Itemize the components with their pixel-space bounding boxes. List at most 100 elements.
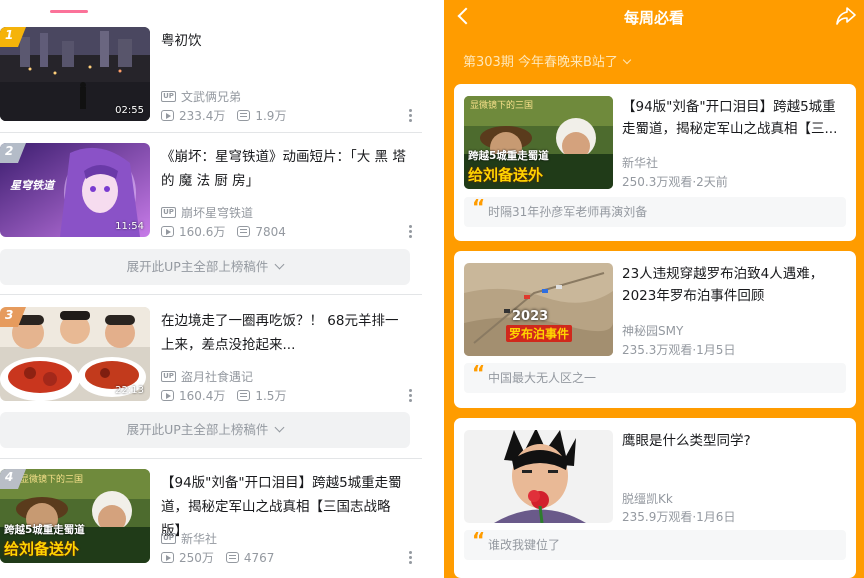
video-thumbnail[interactable]: 1 02:55: [0, 27, 150, 121]
reason-text: 时隔31年孙彦军老师再演刘备: [488, 205, 648, 219]
divider: [0, 132, 422, 133]
play-count-icon: [161, 226, 174, 237]
view-stats: 250.3万观看·2天前: [622, 175, 728, 189]
more-options-icon[interactable]: [407, 225, 413, 241]
divider: [0, 458, 422, 459]
more-options-icon[interactable]: [407, 551, 413, 567]
uploader-name[interactable]: 新华社: [622, 154, 658, 171]
video-title[interactable]: 鹰眼是什么类型同学?: [622, 430, 848, 452]
play-count-icon: [161, 390, 174, 401]
divider: [0, 294, 422, 295]
video-duration: 11:54: [115, 221, 144, 232]
video-card-2[interactable]: 2023 罗布泊事件 23人违规穿越罗布泊致4人遇难，2023年罗布泊事件回顾 …: [454, 251, 856, 408]
chevron-down-icon: [622, 55, 632, 65]
quote-icon: “: [472, 528, 486, 552]
rank-number: 2: [5, 144, 14, 158]
quote-icon: “: [472, 195, 486, 219]
video-title[interactable]: 在边境走了一圈再吃饭？！ 68元羊排一上来，差点没抢起来...: [161, 309, 409, 357]
video-card-3[interactable]: 鹰眼是什么类型同学? 脱缰凯Kk 235.9万观看·1月6日 “ 谁改我键位了: [454, 418, 856, 578]
thumbnail-main-text: 给刘备送外: [4, 540, 80, 558]
video-thumbnail[interactable]: 显微镜下的三国 跨越5城重走蜀道 给刘备送外: [464, 96, 613, 189]
video-thumbnail[interactable]: 2023 罗布泊事件: [464, 263, 613, 356]
rank-item-3[interactable]: 3 22:13 在边境走了一圈再吃饭？！ 68元羊排一上来，差点没抢起来... …: [0, 307, 422, 419]
video-thumbnail[interactable]: 3 22:13: [0, 307, 150, 401]
view-stats: 235.9万观看·1月6日: [622, 510, 736, 524]
uploader-name[interactable]: 脱缰凯Kk: [622, 490, 673, 507]
uploader-line[interactable]: UP 崩坏星穹铁道: [161, 204, 253, 221]
video-card-1[interactable]: 显微镜下的三国 跨越5城重走蜀道 给刘备送外 【94版"刘备"开口泪目】跨越5城…: [454, 84, 856, 241]
view-count: 250万: [179, 551, 214, 565]
thumbnail-logo-text: 星穹铁道: [10, 179, 54, 192]
rank-number: 4: [5, 470, 14, 484]
weekly-must-watch-panel: 每周必看 第303期 今年春晚来B站了 显微镜下的三国 跨越5城重走蜀道 给刘备…: [444, 0, 864, 578]
up-icon: UP: [161, 533, 176, 544]
view-count: 160.6万: [179, 225, 226, 239]
danmaku-icon: [225, 552, 239, 563]
danmaku-icon: [237, 390, 251, 401]
up-icon: UP: [161, 91, 176, 102]
expand-uploader-button[interactable]: 展开此UP主全部上榜稿件: [0, 249, 410, 285]
uploader-name: 盗月社食遇记: [181, 370, 254, 384]
thumbnail-top-text: 显微镜下的三国: [20, 475, 84, 485]
expand-label: 展开此UP主全部上榜稿件: [126, 422, 269, 437]
tab-underline: [50, 10, 88, 13]
video-title[interactable]: 《崩坏：星穹铁道》动画短片：「大 黑 塔 的 魔 法 厨 房」: [161, 145, 409, 193]
reason-text: 中国最大无人区之一: [488, 371, 597, 385]
expand-label: 展开此UP主全部上榜稿件: [126, 259, 269, 274]
uploader-name: 文武俩兄弟: [181, 90, 242, 104]
video-thumbnail[interactable]: 星穹铁道 2 11:54: [0, 143, 150, 237]
play-count-icon: [161, 552, 174, 563]
rank-item-1[interactable]: 1 02:55 粤初饮 UP 文武俩兄弟 233.4万 1.9万: [0, 27, 422, 139]
screen: 1 02:55 粤初饮 UP 文武俩兄弟 233.4万 1.9万 星穹铁道 2 …: [0, 0, 864, 578]
video-thumbnail[interactable]: [464, 430, 613, 523]
more-options-icon[interactable]: [407, 389, 413, 405]
tab-strip: [0, 0, 430, 16]
rank-number: 3: [5, 308, 14, 322]
thumbnail-caption: 跨越5城重走蜀道: [468, 150, 549, 162]
uploader-name: 新华社: [181, 532, 218, 546]
danmaku-icon: [237, 110, 251, 121]
view-count: 233.4万: [179, 109, 226, 123]
rank-item-4[interactable]: 显微镜下的三国 跨越5城重走蜀道 给刘备送外 4 【94版"刘备"开口泪目】跨越…: [0, 469, 422, 578]
view-stats: 235.3万观看·1月5日: [622, 343, 736, 357]
thumbnail-main-text: 给刘备送外: [468, 166, 544, 184]
page-title: 每周必看: [623, 9, 684, 27]
danmaku-icon: [237, 226, 251, 237]
thumbnail-year: 2023: [512, 309, 549, 324]
tab-active[interactable]: [54, 0, 59, 9]
uploader-name: 崩坏星穹铁道: [181, 206, 254, 220]
expand-uploader-button[interactable]: 展开此UP主全部上榜稿件: [0, 412, 410, 448]
play-count-icon: [161, 110, 174, 121]
issue-selector[interactable]: 第303期 今年春晚来B站了: [463, 51, 632, 70]
thumbnail-caption: 跨越5城重走蜀道: [4, 524, 85, 536]
video-title[interactable]: 【94版"刘备"开口泪目】跨越5城重走蜀道，揭秘定军山之战真相【三...: [622, 96, 848, 140]
panel-gap: [430, 0, 444, 578]
rank-item-2[interactable]: 星穹铁道 2 11:54 《崩坏：星穹铁道》动画短片：「大 黑 塔 的 魔 法 …: [0, 143, 422, 255]
video-title[interactable]: 粤初饮: [161, 29, 409, 53]
reason-text: 谁改我键位了: [488, 538, 561, 552]
uploader-line[interactable]: UP 新华社: [161, 530, 217, 547]
video-thumbnail[interactable]: 显微镜下的三国 跨越5城重走蜀道 给刘备送外 4: [0, 469, 150, 563]
view-count: 160.4万: [179, 389, 226, 403]
uploader-name[interactable]: 神秘园SMY: [622, 322, 683, 339]
video-duration: 02:55: [115, 105, 144, 116]
danmaku-count: 4767: [243, 550, 275, 565]
stats-line: 250万 4767: [161, 549, 274, 566]
danmaku-count: 7804: [255, 224, 286, 239]
stats-line: 160.4万 1.5万: [161, 387, 286, 404]
stats-line: 233.4万 1.9万: [161, 107, 286, 124]
thumbnail-top-text: 显微镜下的三国: [470, 101, 534, 111]
more-options-icon[interactable]: [407, 109, 413, 125]
recommend-reason: “ 中国最大无人区之一: [464, 361, 846, 393]
uploader-line[interactable]: UP 盗月社食遇记: [161, 368, 253, 385]
recommend-reason: “ 时隔31年孙彦军老师再演刘备: [464, 195, 846, 227]
uploader-line[interactable]: UP 文武俩兄弟: [161, 88, 241, 105]
up-icon: UP: [161, 371, 176, 382]
issue-label: 第303期 今年春晚来B站了: [463, 55, 618, 70]
recommend-reason: “ 谁改我键位了: [464, 528, 846, 560]
share-icon[interactable]: [836, 7, 856, 25]
danmaku-count: 1.5万: [255, 389, 287, 403]
chevron-down-icon: [274, 259, 285, 270]
chevron-down-icon: [274, 422, 285, 433]
video-title[interactable]: 23人违规穿越罗布泊致4人遇难，2023年罗布泊事件回顾: [622, 263, 848, 307]
